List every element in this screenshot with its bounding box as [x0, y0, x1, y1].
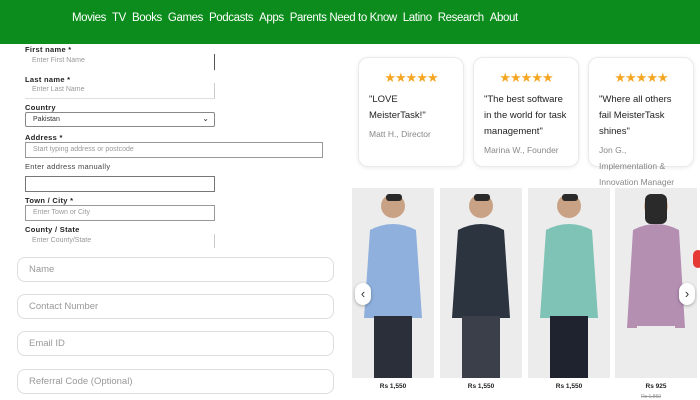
county-input[interactable]: Enter County/State: [25, 234, 215, 248]
first-name-input[interactable]: Enter First Name: [25, 54, 215, 70]
testimonial-quote: "The best software in the world for task…: [484, 94, 567, 137]
town-label: Town / City *: [25, 196, 74, 205]
product-price: Rs 1,550: [379, 383, 407, 390]
name-input[interactable]: Name: [17, 257, 334, 282]
testimonial-card: ★★★★★ "LOVE MeisterTask!" Matt H., Direc…: [358, 57, 464, 167]
testimonial-card: ★★★★★ "The best software in the world fo…: [473, 57, 579, 167]
chevron-left-icon: ‹: [360, 286, 366, 301]
testimonial-author: Matt H., Director: [369, 129, 431, 139]
email-input[interactable]: Email ID: [17, 331, 334, 356]
star-rating-icon: ★★★★★: [384, 70, 438, 85]
manual-address-input[interactable]: [25, 176, 215, 192]
testimonial-card: ★★★★★ "Where all others fail MeisterTask…: [588, 57, 694, 187]
nav-item-research[interactable]: Research: [438, 12, 484, 24]
nav-item-movies[interactable]: Movies: [72, 12, 106, 24]
country-value: Pakistan: [33, 116, 60, 123]
floating-badge[interactable]: [693, 250, 700, 268]
chevron-down-icon: ⌄: [202, 114, 209, 123]
product-image[interactable]: [528, 188, 610, 378]
product-photo: [440, 188, 522, 378]
nav-item-about[interactable]: About: [490, 12, 518, 24]
nav-item-podcasts[interactable]: Podcasts: [209, 12, 254, 24]
nav-item-latino[interactable]: Latino: [403, 12, 432, 24]
town-input[interactable]: Enter Town or City: [25, 205, 215, 221]
chevron-right-icon: ›: [684, 286, 690, 301]
star-rating-icon: ★★★★★: [614, 70, 668, 85]
testimonial-quote: "LOVE MeisterTask!": [369, 94, 426, 121]
carousel-prev-button[interactable]: ‹: [355, 283, 371, 305]
nav-item-parents[interactable]: Parents Need to Know: [290, 12, 397, 24]
testimonial-author: Jon G., Implementation & Innovation Mana…: [599, 145, 675, 187]
product-price: Rs 1,550: [555, 383, 583, 390]
product-price: Rs 1,550: [467, 383, 495, 390]
top-nav-bar: Movies TV Books Games Podcasts Apps Pare…: [0, 0, 700, 44]
star-rating-icon: ★★★★★: [499, 70, 553, 85]
manual-address-link[interactable]: Enter address manually: [25, 162, 110, 171]
contact-number-input[interactable]: Contact Number: [17, 294, 334, 319]
last-name-input[interactable]: Enter Last Name: [25, 83, 215, 99]
address-input[interactable]: Start typing address or postcode: [25, 142, 323, 158]
first-name-label: First name *: [25, 45, 72, 54]
product-image[interactable]: [440, 188, 522, 378]
address-label: Address *: [25, 133, 63, 142]
testimonial-quote: "Where all others fail MeisterTask shine…: [599, 94, 672, 137]
country-select[interactable]: Pakistan ⌄: [25, 112, 215, 127]
referral-code-input[interactable]: Referral Code (Optional): [17, 369, 334, 394]
nav-item-apps[interactable]: Apps: [259, 12, 284, 24]
county-label: County / State: [25, 225, 80, 234]
country-label: Country: [25, 103, 56, 112]
carousel-next-button[interactable]: ›: [679, 283, 695, 305]
original-price: Rs 1,850: [641, 394, 662, 400]
nav-item-games[interactable]: Games: [168, 12, 203, 24]
nav-item-tv[interactable]: TV: [112, 12, 126, 24]
testimonial-author: Marina W., Founder: [484, 145, 559, 155]
product-photo: [528, 188, 610, 378]
product-price: Rs 925: [645, 383, 667, 390]
nav-item-books[interactable]: Books: [132, 12, 162, 24]
nav-menu: Movies TV Books Games Podcasts Apps Pare…: [72, 12, 518, 24]
